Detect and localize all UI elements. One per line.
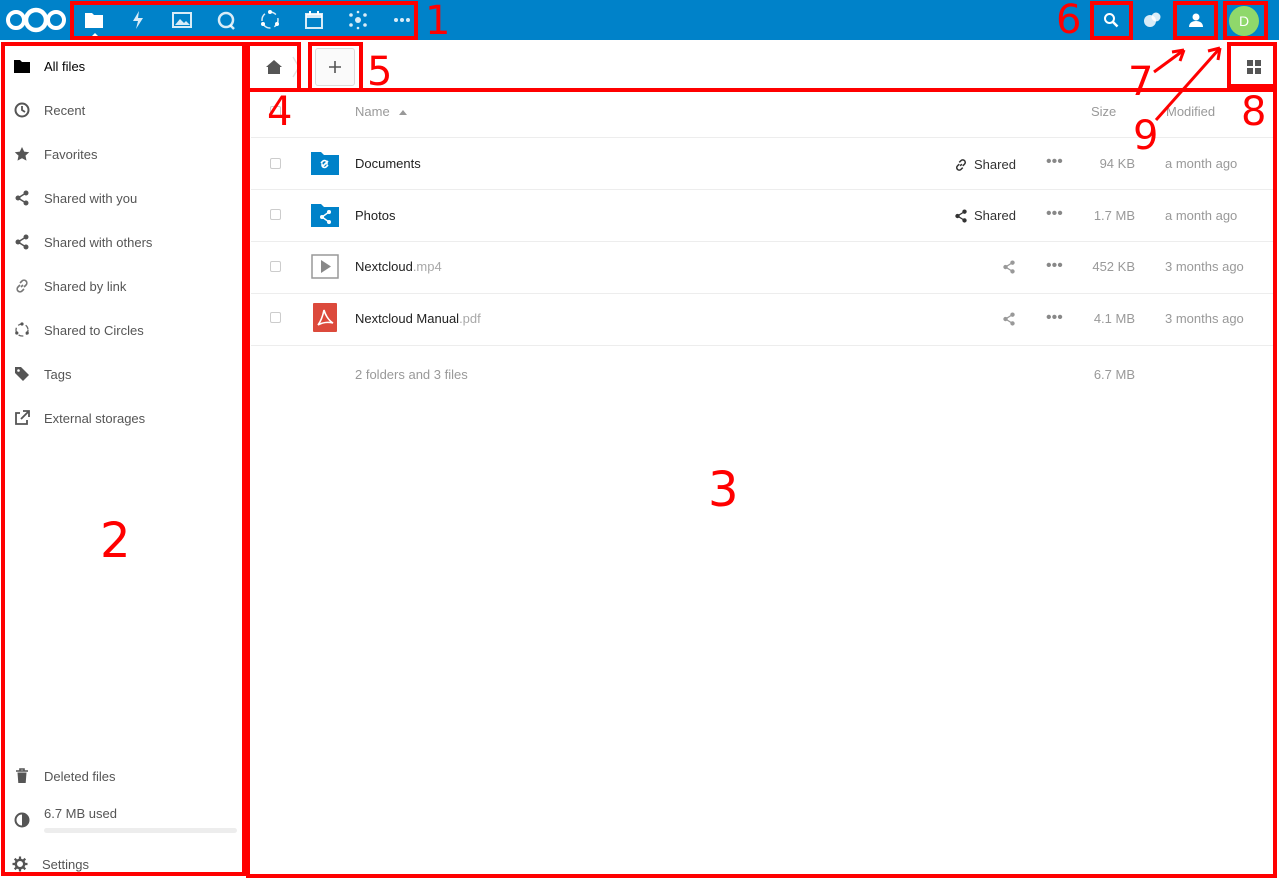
annotation-number-5: 5	[367, 49, 393, 95]
notifications-icon[interactable]	[1140, 8, 1164, 32]
annotation-box-1	[70, 1, 418, 40]
nextcloud-logo-icon[interactable]	[5, 6, 67, 34]
annotation-number-3: 3	[708, 462, 739, 518]
annotation-box-3	[246, 88, 1277, 878]
annotation-number-8: 8	[1241, 89, 1267, 135]
annotation-number-1: 1	[425, 0, 451, 44]
annotation-box-5	[308, 42, 363, 92]
annotation-box-9	[1223, 1, 1268, 40]
annotation-box-2	[1, 42, 246, 876]
annotation-number-2: 2	[100, 513, 131, 569]
annotation-box-6	[1090, 1, 1133, 40]
annotation-box-4	[246, 42, 301, 92]
annotation-box-7	[1173, 1, 1218, 40]
annotation-number-6: 6	[1056, 0, 1082, 43]
annotation-number-4: 4	[267, 89, 293, 135]
annotation-arrows	[1153, 46, 1222, 121]
